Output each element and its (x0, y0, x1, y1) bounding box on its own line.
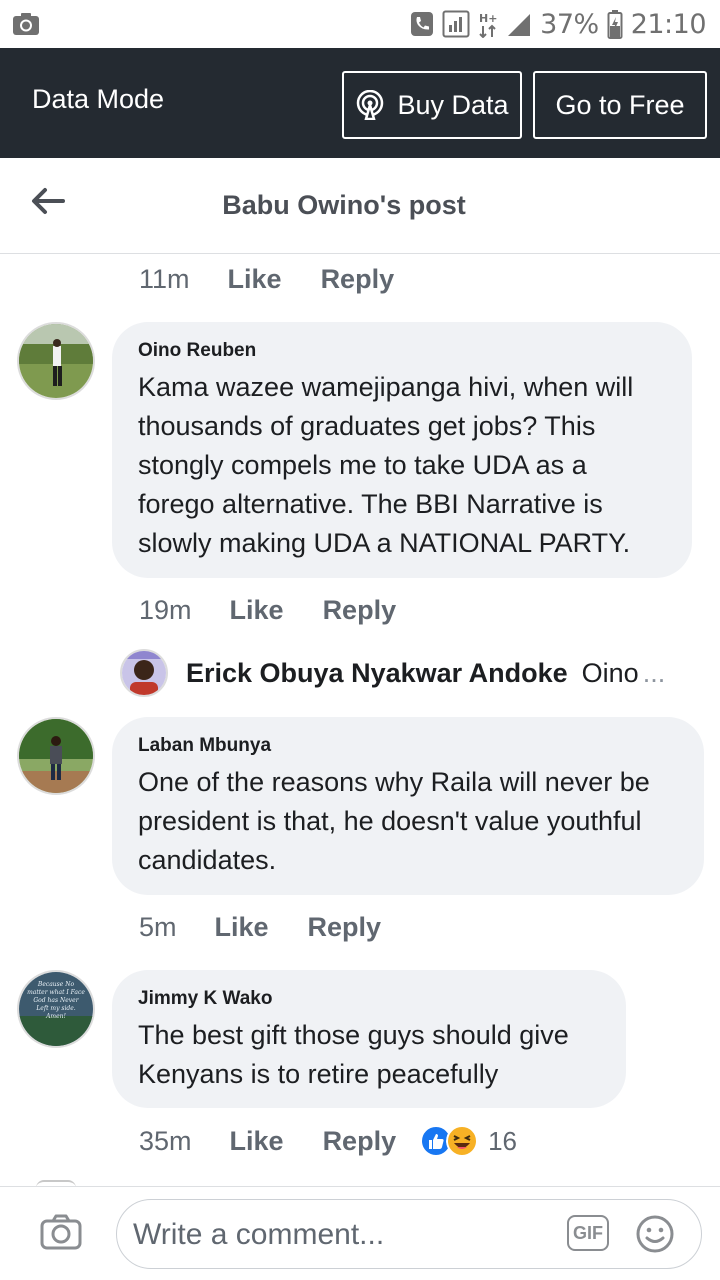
comment-line: Kama wazee wamejipanga hivi, when will (138, 372, 634, 402)
avatar[interactable] (17, 322, 95, 400)
svg-text:Amen!: Amen! (45, 1013, 66, 1020)
comment-line: forego alternative. The BBI Narrative is (138, 489, 603, 519)
comment-author[interactable]: Oino Reuben (138, 340, 666, 362)
comment-input[interactable]: Write a comment... GIF (116, 1199, 702, 1269)
reply-link[interactable]: Reply (323, 595, 397, 626)
comment-author[interactable]: Jimmy K Wako (138, 988, 600, 1010)
comment-time: 35m (139, 1125, 192, 1156)
comment-author[interactable]: Laban Mbunya (138, 735, 678, 757)
buy-data-label: Buy Data (397, 89, 509, 120)
post-header: Babu Owino's post (0, 158, 720, 254)
comment-text: The best gift those guys should give Ken… (138, 1016, 600, 1094)
reply-link[interactable]: Reply (323, 1126, 397, 1157)
status-icons: H+ 37% 21:10 (410, 6, 707, 42)
data-mode-banner: Data Mode Buy Data Go to Free (0, 48, 720, 158)
comment-composer: Write a comment... GIF (0, 1186, 720, 1280)
comment-meta-row: 5m Like Reply (139, 907, 381, 947)
hplus-network-icon: H+ (479, 12, 498, 38)
page-title: Babu Owino's post (222, 190, 466, 220)
comment-line: slowly making UDA a NATIONAL PARTY. (138, 528, 631, 558)
comment-bubble[interactable]: Oino Reuben Kama wazee wamejipanga hivi,… (112, 322, 692, 578)
camera-icon[interactable] (40, 1214, 82, 1250)
gif-button[interactable]: GIF (567, 1215, 609, 1251)
clock: 21:10 (630, 8, 707, 40)
buy-data-button[interactable]: Buy Data (342, 71, 522, 139)
like-link[interactable]: Like (230, 595, 284, 626)
broadcast-icon (357, 90, 384, 120)
comment-line: thousands of graduates get jobs? This (138, 411, 596, 441)
comment-line: candidates. (138, 845, 277, 875)
comment-line: The best gift those guys should give (138, 1020, 569, 1050)
data-mode-label: Data Mode (32, 84, 165, 114)
comment-line: president is that, he doesn't value yout… (138, 806, 642, 836)
comment-text: One of the reasons why Raila will never … (138, 763, 678, 880)
reply-link[interactable]: Reply (308, 912, 382, 943)
avatar[interactable] (17, 717, 95, 795)
reply-preview[interactable]: Erick Obuya Nyakwar Andoke Oino ... (120, 645, 665, 701)
comment-bubble[interactable]: Laban Mbunya One of the reasons why Rail… (112, 717, 704, 895)
avatar-photo (122, 651, 166, 695)
like-link[interactable]: Like (228, 264, 282, 295)
status-bar: H+ 37% 21:10 (0, 0, 720, 48)
emoji-icon[interactable] (635, 1214, 675, 1254)
cell-signal-icon (508, 14, 531, 36)
avatar (120, 649, 168, 697)
avatar-photo (19, 719, 93, 793)
phone-icon (411, 12, 434, 36)
signal-box-icon (442, 10, 470, 38)
like-link[interactable]: Like (230, 1126, 284, 1157)
comment-bubble[interactable]: Jimmy K Wako The best gift those guys sh… (112, 970, 626, 1108)
reaction-count: 16 (488, 1125, 518, 1156)
svg-text:matter what I Face: matter what I Face (27, 989, 85, 996)
comment-meta-row: 11m Like Reply (139, 259, 394, 299)
comment-line: One of the reasons why Raila will never … (138, 767, 650, 797)
gif-label: GIF (573, 1222, 603, 1243)
haha-reaction-icon (446, 1125, 479, 1157)
comment-meta-row: 35m Like Reply 16 (139, 1121, 517, 1161)
comment-time: 5m (139, 911, 177, 942)
svg-text:Because No: Because No (37, 981, 75, 988)
comment-line: Kenyans is to retire peacefully (138, 1059, 499, 1089)
avatar-photo: Because No matter what I Face God has Ne… (19, 972, 93, 1046)
screenshot-camera-icon (13, 13, 39, 35)
reply-link[interactable]: Reply (321, 264, 395, 295)
svg-text:God has Never: God has Never (33, 997, 79, 1004)
svg-text:Left my side.: Left my side. (35, 1005, 75, 1012)
avatar-photo (19, 324, 93, 398)
go-to-free-label: Go to Free (555, 89, 685, 120)
avatar[interactable]: Because No matter what I Face God has Ne… (17, 970, 95, 1048)
comment-line: stongly compels me to take UDA as a (138, 450, 587, 480)
comment-text: Kama wazee wamejipanga hivi, when will t… (138, 368, 666, 563)
svg-text:H+: H+ (479, 12, 497, 25)
battery-icon (607, 10, 623, 39)
like-link[interactable]: Like (215, 912, 269, 943)
comment-meta-row: 19m Like Reply (139, 590, 396, 630)
reply-ellipsis: ... (642, 657, 666, 688)
go-to-free-button[interactable]: Go to Free (533, 71, 707, 139)
reactions-summary[interactable]: 16 (420, 1125, 517, 1157)
comment-time: 11m (139, 263, 190, 294)
comment-time: 19m (139, 594, 192, 625)
reply-author[interactable]: Erick Obuya Nyakwar Andoke (186, 658, 568, 689)
comment-placeholder: Write a comment... (133, 1218, 385, 1251)
reply-text: Oino (581, 657, 639, 688)
battery-percent: 37% (540, 8, 599, 40)
